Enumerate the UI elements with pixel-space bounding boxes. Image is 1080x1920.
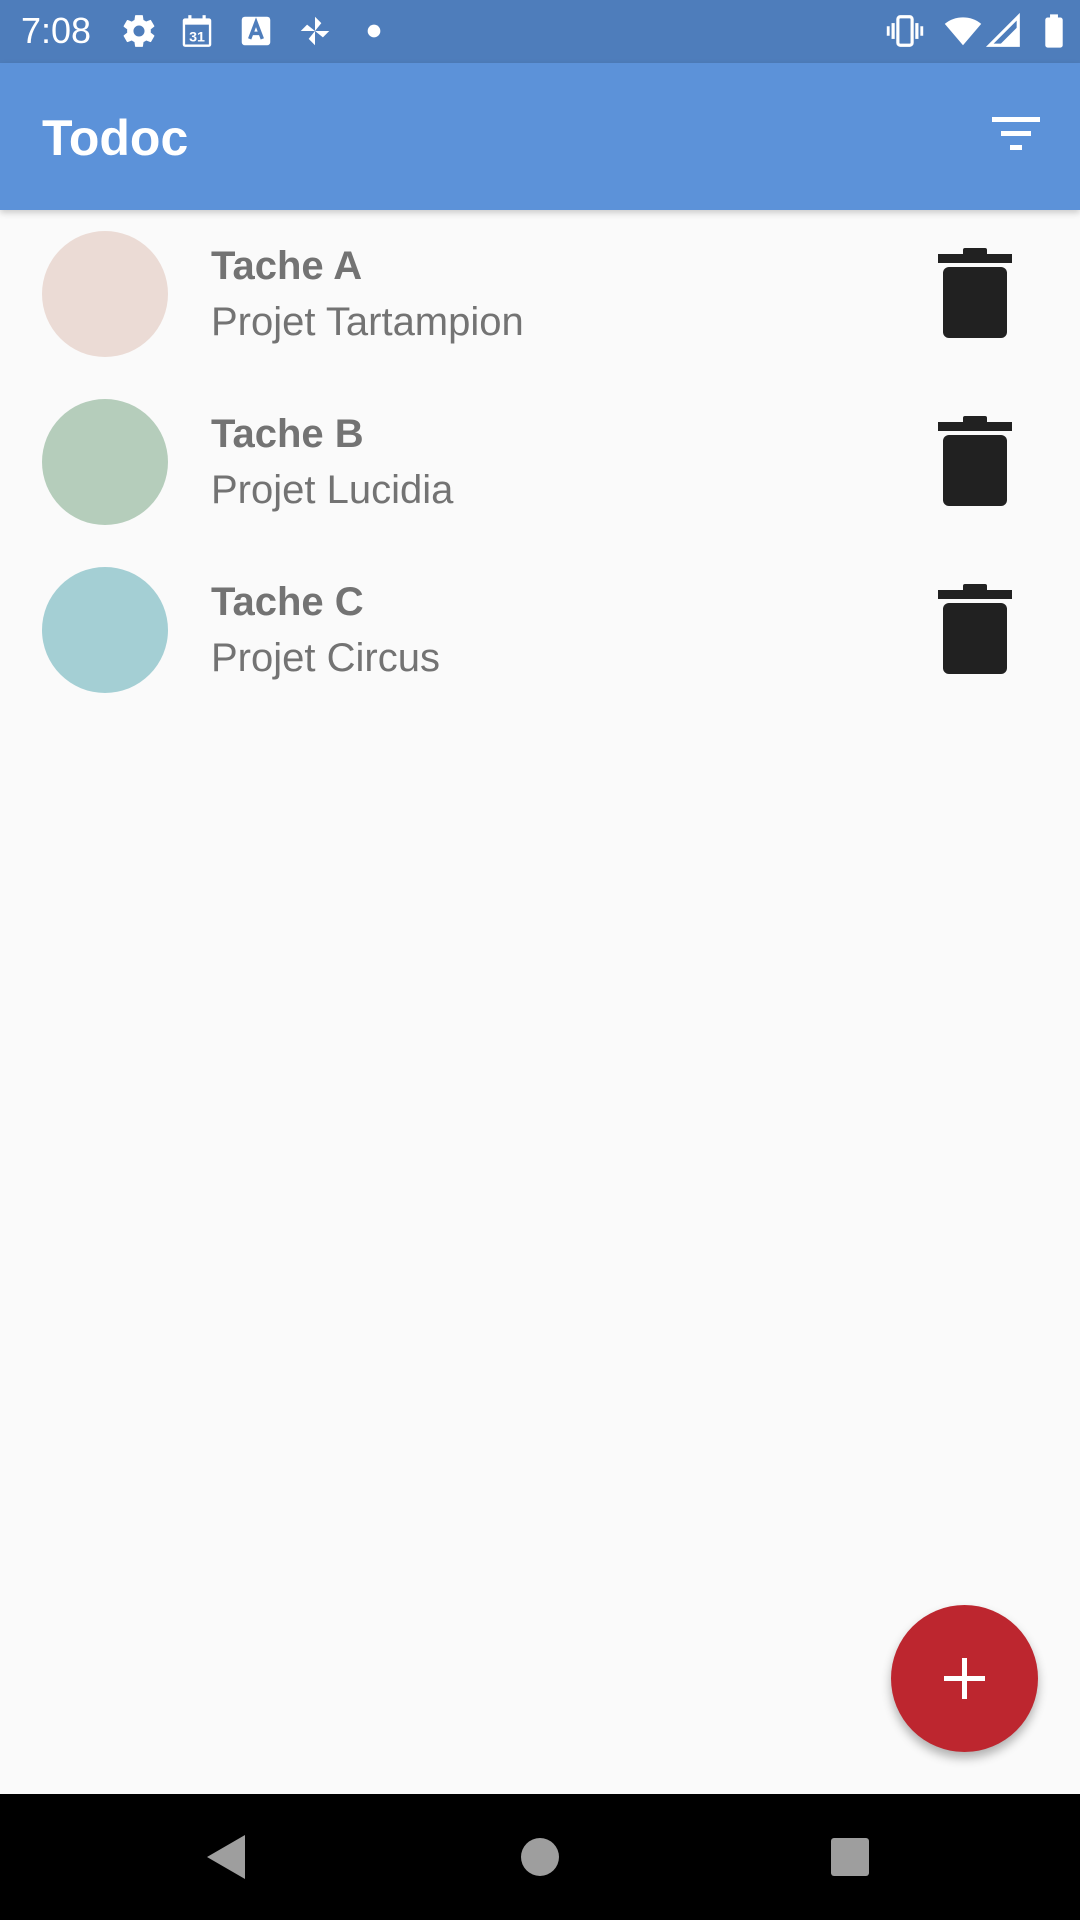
recents-icon [831,1838,869,1876]
calendar-day: 31 [189,29,205,45]
delete-task-button[interactable] [930,580,1020,680]
calendar-icon: 31 [182,15,212,47]
trash-icon [938,416,1012,506]
dot-icon [367,24,381,38]
task-row[interactable]: Tache C Projet Circus [0,546,1080,714]
trash-icon [938,248,1012,338]
status-time: 7:08 [21,10,92,51]
filter-icon [992,117,1040,150]
task-project: Projet Lucidia [211,468,454,512]
signal-icon [985,12,1020,47]
trash-icon [938,584,1012,674]
settings-icon [123,15,155,47]
delete-task-button[interactable] [930,412,1020,512]
text-a-icon [241,16,271,46]
home-icon [521,1838,559,1876]
task-name: Tache A [211,244,363,288]
filter-button[interactable] [984,111,1048,163]
status-bar: 7:08 31 [0,0,1080,63]
wifi-icon [944,17,982,46]
navigation-bar [0,1794,1080,1920]
add-task-button[interactable] [891,1605,1038,1752]
task-project: Projet Tartampion [211,300,524,344]
vibrate-icon [886,15,924,47]
pinwheel-icon [300,16,330,46]
recents-button[interactable] [820,1827,880,1887]
project-color-circle [42,567,168,693]
home-button[interactable] [510,1827,570,1887]
back-button[interactable] [195,1827,255,1887]
task-row[interactable]: Tache A Projet Tartampion [0,210,1080,378]
task-row[interactable]: Tache B Projet Lucidia [0,378,1080,546]
app-title: Todoc [42,110,189,166]
task-project: Projet Circus [211,636,440,680]
back-icon [207,1835,245,1879]
project-color-circle [42,231,168,357]
task-list: Tache A Projet Tartampion Tache B Projet… [0,210,1080,714]
battery-icon [1045,14,1063,48]
app-bar: Todoc [0,63,1080,210]
task-name: Tache B [211,412,364,456]
plus-icon [944,1658,985,1699]
project-color-circle [42,399,168,525]
delete-task-button[interactable] [930,244,1020,344]
task-name: Tache C [211,580,364,624]
